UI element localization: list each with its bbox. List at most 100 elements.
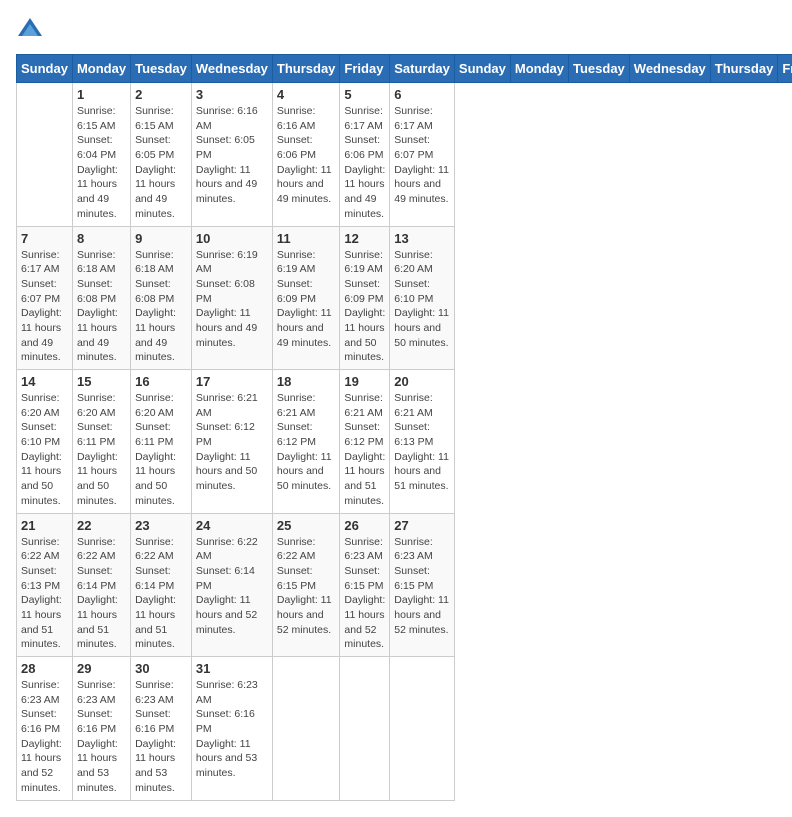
day-of-week-header: Saturday <box>390 55 455 83</box>
day-detail: Sunrise: 6:17 AMSunset: 6:07 PMDaylight:… <box>21 248 68 366</box>
calendar-cell: 9 Sunrise: 6:18 AMSunset: 6:08 PMDayligh… <box>131 226 192 370</box>
calendar-cell: 11 Sunrise: 6:19 AMSunset: 6:09 PMDaylig… <box>272 226 340 370</box>
day-number: 3 <box>196 87 268 102</box>
calendar-cell: 20 Sunrise: 6:21 AMSunset: 6:13 PMDaylig… <box>390 370 455 514</box>
day-number: 23 <box>135 518 187 533</box>
day-of-week-header: Monday <box>510 55 568 83</box>
logo-icon <box>16 16 44 44</box>
calendar-cell: 10 Sunrise: 6:19 AMSunset: 6:08 PMDaylig… <box>191 226 272 370</box>
day-detail: Sunrise: 6:21 AMSunset: 6:12 PMDaylight:… <box>344 391 385 509</box>
calendar-cell: 29 Sunrise: 6:23 AMSunset: 6:16 PMDaylig… <box>72 657 130 801</box>
day-number: 28 <box>21 661 68 676</box>
day-number: 14 <box>21 374 68 389</box>
day-detail: Sunrise: 6:21 AMSunset: 6:13 PMDaylight:… <box>394 391 450 494</box>
day-of-week-header: Sunday <box>454 55 510 83</box>
calendar-cell <box>272 657 340 801</box>
calendar-cell: 4 Sunrise: 6:16 AMSunset: 6:06 PMDayligh… <box>272 83 340 227</box>
day-number: 1 <box>77 87 126 102</box>
day-number: 2 <box>135 87 187 102</box>
calendar-cell <box>17 83 73 227</box>
day-of-week-header: Tuesday <box>569 55 630 83</box>
day-number: 21 <box>21 518 68 533</box>
calendar-cell: 5 Sunrise: 6:17 AMSunset: 6:06 PMDayligh… <box>340 83 390 227</box>
calendar-week-row: 21 Sunrise: 6:22 AMSunset: 6:13 PMDaylig… <box>17 513 792 657</box>
day-number: 30 <box>135 661 187 676</box>
day-number: 17 <box>196 374 268 389</box>
day-detail: Sunrise: 6:19 AMSunset: 6:08 PMDaylight:… <box>196 248 268 351</box>
day-detail: Sunrise: 6:20 AMSunset: 6:11 PMDaylight:… <box>135 391 187 509</box>
day-number: 15 <box>77 374 126 389</box>
calendar-table: SundayMondayTuesdayWednesdayThursdayFrid… <box>16 54 792 801</box>
calendar-cell: 30 Sunrise: 6:23 AMSunset: 6:16 PMDaylig… <box>131 657 192 801</box>
day-of-week-header: Sunday <box>17 55 73 83</box>
day-number: 24 <box>196 518 268 533</box>
calendar-cell: 17 Sunrise: 6:21 AMSunset: 6:12 PMDaylig… <box>191 370 272 514</box>
calendar-cell: 3 Sunrise: 6:16 AMSunset: 6:05 PMDayligh… <box>191 83 272 227</box>
day-detail: Sunrise: 6:23 AMSunset: 6:16 PMDaylight:… <box>196 678 268 781</box>
day-number: 9 <box>135 231 187 246</box>
day-detail: Sunrise: 6:22 AMSunset: 6:14 PMDaylight:… <box>135 535 187 653</box>
calendar-cell: 2 Sunrise: 6:15 AMSunset: 6:05 PMDayligh… <box>131 83 192 227</box>
day-number: 12 <box>344 231 385 246</box>
day-detail: Sunrise: 6:20 AMSunset: 6:11 PMDaylight:… <box>77 391 126 509</box>
day-detail: Sunrise: 6:23 AMSunset: 6:16 PMDaylight:… <box>77 678 126 796</box>
calendar-cell: 28 Sunrise: 6:23 AMSunset: 6:16 PMDaylig… <box>17 657 73 801</box>
calendar-cell: 24 Sunrise: 6:22 AMSunset: 6:14 PMDaylig… <box>191 513 272 657</box>
day-number: 31 <box>196 661 268 676</box>
day-number: 7 <box>21 231 68 246</box>
calendar-cell: 6 Sunrise: 6:17 AMSunset: 6:07 PMDayligh… <box>390 83 455 227</box>
day-number: 20 <box>394 374 450 389</box>
calendar-cell: 1 Sunrise: 6:15 AMSunset: 6:04 PMDayligh… <box>72 83 130 227</box>
day-detail: Sunrise: 6:18 AMSunset: 6:08 PMDaylight:… <box>77 248 126 366</box>
day-detail: Sunrise: 6:15 AMSunset: 6:04 PMDaylight:… <box>77 104 126 222</box>
day-of-week-header: Wednesday <box>629 55 710 83</box>
day-detail: Sunrise: 6:17 AMSunset: 6:06 PMDaylight:… <box>344 104 385 222</box>
day-detail: Sunrise: 6:23 AMSunset: 6:16 PMDaylight:… <box>135 678 187 796</box>
calendar-cell <box>340 657 390 801</box>
day-detail: Sunrise: 6:15 AMSunset: 6:05 PMDaylight:… <box>135 104 187 222</box>
day-number: 18 <box>277 374 336 389</box>
calendar-week-row: 1 Sunrise: 6:15 AMSunset: 6:04 PMDayligh… <box>17 83 792 227</box>
day-number: 19 <box>344 374 385 389</box>
day-detail: Sunrise: 6:22 AMSunset: 6:15 PMDaylight:… <box>277 535 336 638</box>
calendar-cell: 14 Sunrise: 6:20 AMSunset: 6:10 PMDaylig… <box>17 370 73 514</box>
calendar-cell: 7 Sunrise: 6:17 AMSunset: 6:07 PMDayligh… <box>17 226 73 370</box>
calendar-week-row: 7 Sunrise: 6:17 AMSunset: 6:07 PMDayligh… <box>17 226 792 370</box>
calendar-cell: 13 Sunrise: 6:20 AMSunset: 6:10 PMDaylig… <box>390 226 455 370</box>
day-detail: Sunrise: 6:23 AMSunset: 6:16 PMDaylight:… <box>21 678 68 796</box>
calendar-cell: 16 Sunrise: 6:20 AMSunset: 6:11 PMDaylig… <box>131 370 192 514</box>
day-number: 26 <box>344 518 385 533</box>
day-detail: Sunrise: 6:22 AMSunset: 6:14 PMDaylight:… <box>196 535 268 638</box>
day-number: 11 <box>277 231 336 246</box>
calendar-cell <box>390 657 455 801</box>
logo <box>16 16 48 44</box>
calendar-cell: 26 Sunrise: 6:23 AMSunset: 6:15 PMDaylig… <box>340 513 390 657</box>
day-detail: Sunrise: 6:20 AMSunset: 6:10 PMDaylight:… <box>394 248 450 351</box>
day-detail: Sunrise: 6:22 AMSunset: 6:13 PMDaylight:… <box>21 535 68 653</box>
day-number: 27 <box>394 518 450 533</box>
day-detail: Sunrise: 6:19 AMSunset: 6:09 PMDaylight:… <box>277 248 336 351</box>
day-detail: Sunrise: 6:22 AMSunset: 6:14 PMDaylight:… <box>77 535 126 653</box>
day-of-week-header: Friday <box>778 55 792 83</box>
day-detail: Sunrise: 6:17 AMSunset: 6:07 PMDaylight:… <box>394 104 450 207</box>
day-detail: Sunrise: 6:23 AMSunset: 6:15 PMDaylight:… <box>394 535 450 638</box>
calendar-week-row: 14 Sunrise: 6:20 AMSunset: 6:10 PMDaylig… <box>17 370 792 514</box>
day-number: 16 <box>135 374 187 389</box>
calendar-header-row: SundayMondayTuesdayWednesdayThursdayFrid… <box>17 55 792 83</box>
day-detail: Sunrise: 6:21 AMSunset: 6:12 PMDaylight:… <box>277 391 336 494</box>
calendar-cell: 23 Sunrise: 6:22 AMSunset: 6:14 PMDaylig… <box>131 513 192 657</box>
day-detail: Sunrise: 6:21 AMSunset: 6:12 PMDaylight:… <box>196 391 268 494</box>
day-detail: Sunrise: 6:16 AMSunset: 6:05 PMDaylight:… <box>196 104 268 207</box>
day-number: 4 <box>277 87 336 102</box>
day-of-week-header: Thursday <box>710 55 778 83</box>
day-detail: Sunrise: 6:19 AMSunset: 6:09 PMDaylight:… <box>344 248 385 366</box>
calendar-cell: 22 Sunrise: 6:22 AMSunset: 6:14 PMDaylig… <box>72 513 130 657</box>
day-number: 22 <box>77 518 126 533</box>
day-detail: Sunrise: 6:20 AMSunset: 6:10 PMDaylight:… <box>21 391 68 509</box>
calendar-week-row: 28 Sunrise: 6:23 AMSunset: 6:16 PMDaylig… <box>17 657 792 801</box>
day-of-week-header: Tuesday <box>131 55 192 83</box>
calendar-cell: 8 Sunrise: 6:18 AMSunset: 6:08 PMDayligh… <box>72 226 130 370</box>
day-number: 10 <box>196 231 268 246</box>
calendar-cell: 18 Sunrise: 6:21 AMSunset: 6:12 PMDaylig… <box>272 370 340 514</box>
day-of-week-header: Wednesday <box>191 55 272 83</box>
